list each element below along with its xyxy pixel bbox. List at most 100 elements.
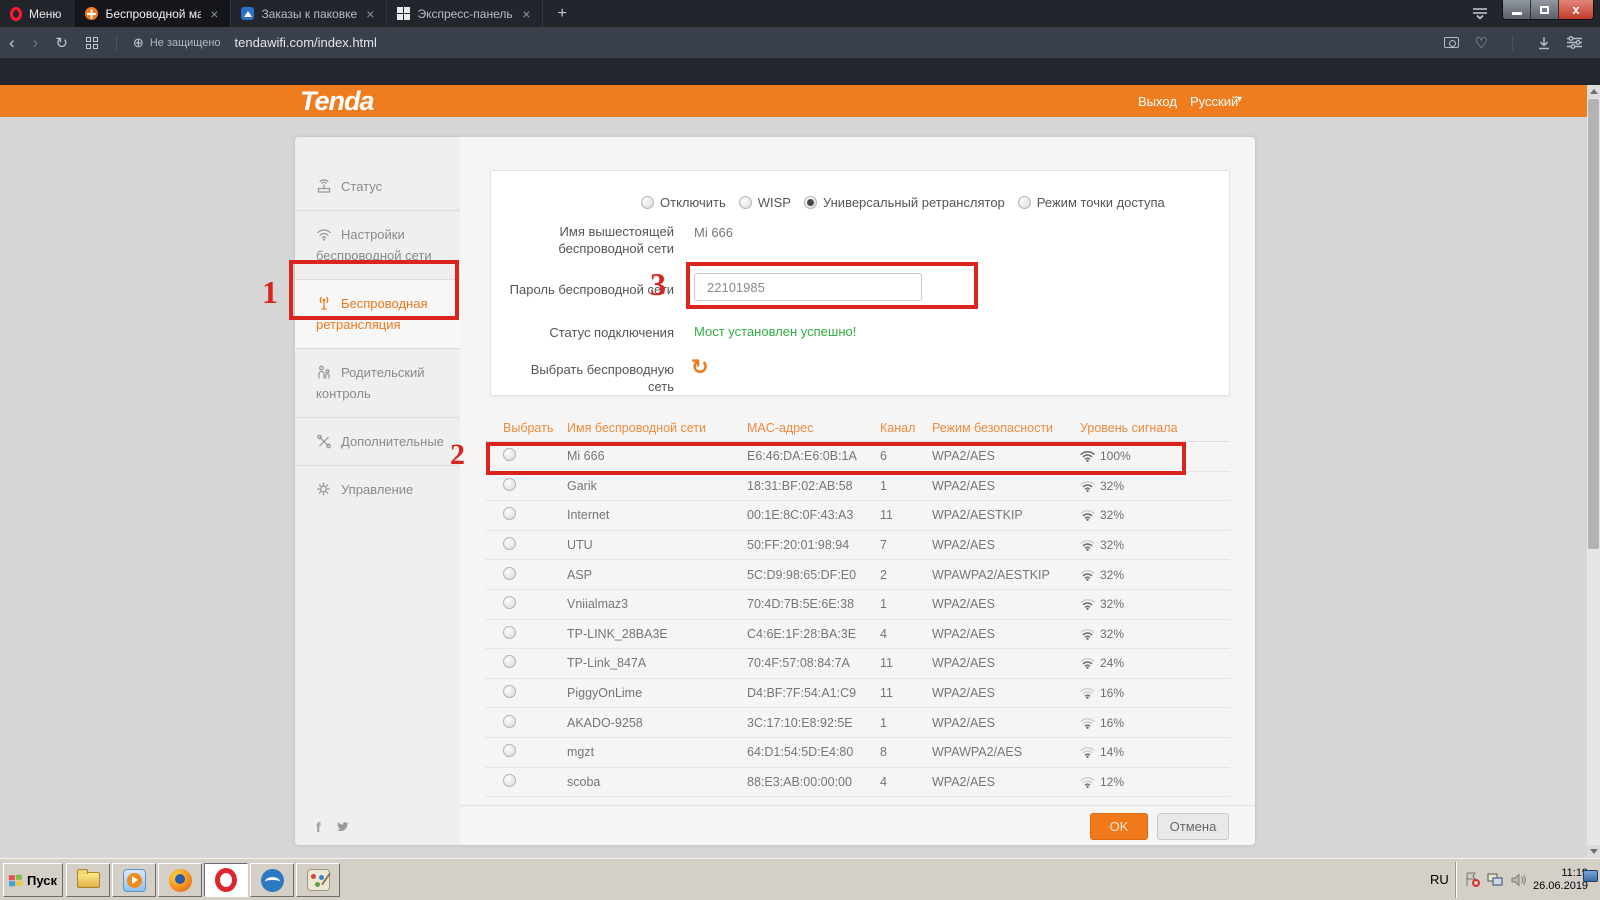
password-input[interactable] bbox=[694, 273, 922, 301]
mode-option[interactable]: Режим точки доступа bbox=[1018, 195, 1165, 210]
sidebar-item-parental-control[interactable]: Родительский контроль bbox=[295, 348, 460, 417]
network-ssid: AKADO-9258 bbox=[567, 716, 747, 730]
network-select-radio[interactable] bbox=[503, 537, 516, 550]
opera-menu-button[interactable]: Меню bbox=[0, 0, 75, 27]
tune-settings-icon[interactable] bbox=[1567, 36, 1582, 49]
mode-radio[interactable] bbox=[739, 196, 752, 209]
network-mac: C4:6E:1F:28:BA:3E bbox=[747, 627, 880, 641]
close-button[interactable]: x bbox=[1559, 0, 1593, 19]
tab-router-admin[interactable]: Беспроводной маршрутизат × bbox=[75, 0, 231, 27]
network-mac: 18:31:BF:02:AB:58 bbox=[747, 479, 880, 493]
network-select-radio[interactable] bbox=[503, 507, 516, 520]
action-center-flag-icon[interactable] bbox=[1464, 872, 1481, 888]
network-select-radio[interactable] bbox=[503, 774, 516, 787]
network-select-radio[interactable] bbox=[503, 685, 516, 698]
minimize-button[interactable] bbox=[1503, 0, 1531, 19]
network-ssid: Mi 666 bbox=[567, 449, 747, 463]
reload-icon[interactable]: ↻ bbox=[47, 34, 76, 52]
network-select-radio[interactable] bbox=[503, 744, 516, 757]
network-select-radio[interactable] bbox=[503, 596, 516, 609]
network-select-radio[interactable] bbox=[503, 626, 516, 639]
wireless-repeater-icon bbox=[316, 296, 332, 311]
scrollbar-thumb[interactable] bbox=[1588, 99, 1599, 549]
network-row[interactable]: scoba 88:E3:AB:00:00:00 4 WPA2/AES 12% bbox=[485, 768, 1230, 798]
sidebar-item-status-router[interactable]: Статус bbox=[295, 163, 460, 210]
refresh-scan-icon[interactable]: ↻ bbox=[691, 357, 709, 378]
tab-close-icon[interactable]: × bbox=[208, 7, 220, 21]
mode-option[interactable]: WISP bbox=[739, 195, 791, 210]
quick-launch-firefox[interactable] bbox=[158, 863, 202, 897]
header-signal: Уровень сигнала bbox=[1080, 421, 1230, 435]
maximize-button[interactable] bbox=[1531, 0, 1559, 19]
cancel-button[interactable]: Отмена bbox=[1157, 813, 1229, 840]
tab-speed-dial[interactable]: Экспресс-панель × bbox=[387, 0, 543, 27]
tab-close-icon[interactable]: × bbox=[520, 7, 532, 21]
back-icon[interactable]: ‹ bbox=[0, 33, 24, 53]
bookmark-heart-icon[interactable]: ♡ bbox=[1475, 34, 1488, 52]
mode-radio[interactable] bbox=[804, 196, 817, 209]
network-row[interactable]: Vniialmaz3 70:4D:7B:5E:6E:38 1 WPA2/AES … bbox=[485, 590, 1230, 620]
volume-speaker-icon[interactable] bbox=[1510, 872, 1527, 888]
quick-launch-opera-active[interactable] bbox=[204, 863, 248, 897]
mode-option[interactable]: Отключить bbox=[641, 195, 726, 210]
mode-radio[interactable] bbox=[641, 196, 654, 209]
quick-launch-explorer[interactable] bbox=[66, 863, 110, 897]
scroll-down-arrow[interactable] bbox=[1587, 845, 1600, 858]
connection-status-value: Мост установлен успешно! bbox=[694, 324, 856, 339]
snapshot-camera-icon[interactable] bbox=[1444, 37, 1459, 48]
tab-orders[interactable]: Заказы к паковке × bbox=[231, 0, 387, 27]
network-row[interactable]: PiggyOnLime D4:BF:7F:54:A1:C9 11 WPA2/AE… bbox=[485, 679, 1230, 709]
network-row[interactable]: Mi 666 E6:46:DA:E6:0B:1A 6 WPA2/AES 100% bbox=[485, 442, 1230, 472]
new-tab-button[interactable]: + bbox=[543, 0, 580, 27]
site-info-globe-icon[interactable]: ⊕ bbox=[133, 35, 144, 51]
network-select-radio[interactable] bbox=[503, 715, 516, 728]
ok-button[interactable]: OK bbox=[1090, 813, 1148, 840]
quick-launch-paint[interactable] bbox=[296, 863, 340, 897]
network-row[interactable]: AKADO-9258 3C:17:10:E8:92:5E 1 WPA2/AES … bbox=[485, 708, 1230, 738]
quick-launch-openoffice[interactable] bbox=[250, 863, 294, 897]
network-row[interactable]: TP-Link_847A 70:4F:57:08:84:7A 11 WPA2/A… bbox=[485, 649, 1230, 679]
network-row[interactable]: ASP 5C:D9:98:65:DF:E0 2 WPAWPA2/AESTKIP … bbox=[485, 560, 1230, 590]
easy-setup-icon[interactable] bbox=[1472, 7, 1488, 20]
address-url[interactable]: tendawifi.com/index.html bbox=[235, 35, 377, 50]
signal-strength-icon bbox=[1080, 746, 1095, 758]
sidebar-item-advanced-tools[interactable]: Дополнительные bbox=[295, 417, 460, 465]
twitter-icon[interactable] bbox=[335, 821, 349, 833]
logout-link[interactable]: Выход bbox=[1138, 94, 1177, 109]
network-row[interactable]: UTU 50:FF:20:01:98:94 7 WPA2/AES 32% bbox=[485, 531, 1230, 561]
start-button[interactable]: Пуск bbox=[3, 863, 63, 897]
scroll-up-arrow[interactable] bbox=[1587, 85, 1600, 98]
network-select-radio[interactable] bbox=[503, 567, 516, 580]
network-row[interactable]: mgzt 64:D1:54:5D:E4:80 8 WPAWPA2/AES 14% bbox=[485, 738, 1230, 768]
tab-close-icon[interactable]: × bbox=[364, 7, 376, 21]
network-select-radio[interactable] bbox=[503, 478, 516, 491]
facebook-icon[interactable]: f bbox=[316, 819, 321, 835]
network-select-radio[interactable] bbox=[503, 448, 516, 461]
mode-option[interactable]: Универсальный ретранслятор bbox=[804, 195, 1005, 210]
page-scrollbar[interactable] bbox=[1587, 85, 1600, 858]
forward-icon[interactable]: › bbox=[24, 33, 48, 53]
sidebar-item-wireless-settings[interactable]: Настройки беспроводной сети bbox=[295, 210, 460, 279]
network-row[interactable]: TP-LINK_28BA3E C4:6E:1F:28:BA:3E 4 WPA2/… bbox=[485, 620, 1230, 650]
mode-radio[interactable] bbox=[1018, 196, 1031, 209]
network-signal: 24% bbox=[1100, 656, 1124, 670]
tab-tiling-icon[interactable] bbox=[86, 37, 98, 49]
show-desktop-icon[interactable] bbox=[1583, 870, 1598, 882]
network-status-icon[interactable] bbox=[1487, 872, 1504, 888]
network-row[interactable]: Internet 00:1E:8C:0F:43:A3 11 WPA2/AESTK… bbox=[485, 501, 1230, 531]
network-signal: 32% bbox=[1100, 508, 1124, 522]
sidebar-item-management-gear[interactable]: Управление bbox=[295, 465, 460, 513]
network-select-radio[interactable] bbox=[503, 655, 516, 668]
network-ssid: PiggyOnLime bbox=[567, 686, 747, 700]
download-icon[interactable] bbox=[1537, 36, 1551, 50]
network-table-header: Выбрать Имя беспроводной сети MAC-адрес … bbox=[485, 415, 1230, 442]
network-row[interactable]: Garik 18:31:BF:02:AB:58 1 WPA2/AES 32% bbox=[485, 472, 1230, 502]
browser-tab-bar: Меню Беспроводной маршрутизат × Заказы к… bbox=[0, 0, 1600, 27]
language-indicator[interactable]: RU bbox=[1430, 872, 1449, 887]
signal-strength-icon bbox=[1080, 628, 1095, 640]
quick-launch-media-player[interactable] bbox=[112, 863, 156, 897]
taskbar-clock[interactable]: 11:19 26.06.2019 bbox=[1533, 867, 1590, 893]
network-security: WPA2/AESTKIP bbox=[932, 508, 1080, 522]
language-dropdown[interactable]: Русский bbox=[1190, 94, 1238, 109]
sidebar-item-wireless-repeater[interactable]: Беспроводная ретрансляция bbox=[295, 279, 460, 348]
